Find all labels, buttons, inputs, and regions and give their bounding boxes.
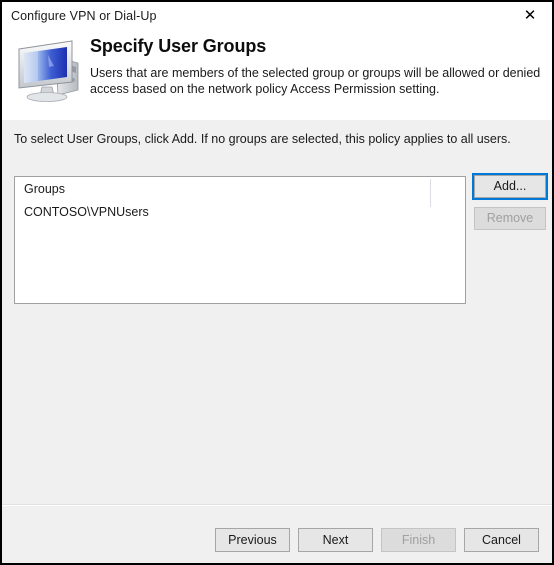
previous-button[interactable]: Previous	[215, 528, 290, 552]
wizard-body: To select User Groups, click Add. If no …	[2, 120, 552, 563]
listbox-column-header: Groups	[15, 177, 465, 207]
instruction-text: To select User Groups, click Add. If no …	[14, 132, 511, 146]
remove-button: Remove	[474, 207, 546, 230]
title-bar: Configure VPN or Dial-Up ✕	[2, 2, 552, 29]
cancel-button[interactable]: Cancel	[464, 528, 539, 552]
wizard-header: Specify User Groups Users that are membe…	[2, 29, 552, 120]
computer-monitor-icon	[14, 37, 86, 103]
wizard-window: Configure VPN or Dial-Up ✕ Specify User …	[0, 0, 554, 565]
footer-buttons: Previous Next Finish Cancel	[215, 528, 539, 552]
page-title: Specify User Groups	[90, 36, 267, 56]
page-description: Users that are members of the selected g…	[90, 66, 541, 96]
groups-listbox[interactable]: Groups CONTOSO\VPNUsers	[14, 176, 466, 304]
close-icon: ✕	[523, 6, 537, 24]
add-button[interactable]: Add...	[472, 173, 548, 200]
footer-separator	[2, 504, 552, 506]
column-divider[interactable]	[430, 179, 431, 207]
window-title: Configure VPN or Dial-Up	[11, 8, 157, 23]
finish-button: Finish	[381, 528, 456, 552]
list-item[interactable]: CONTOSO\VPNUsers	[15, 201, 465, 219]
header-text-block: Specify User Groups Users that are membe…	[90, 35, 544, 97]
close-button[interactable]: ✕	[508, 2, 552, 29]
listbox-side-buttons: Add... Remove	[472, 173, 548, 239]
next-button[interactable]: Next	[298, 528, 373, 552]
column-header-groups: Groups	[24, 182, 65, 196]
